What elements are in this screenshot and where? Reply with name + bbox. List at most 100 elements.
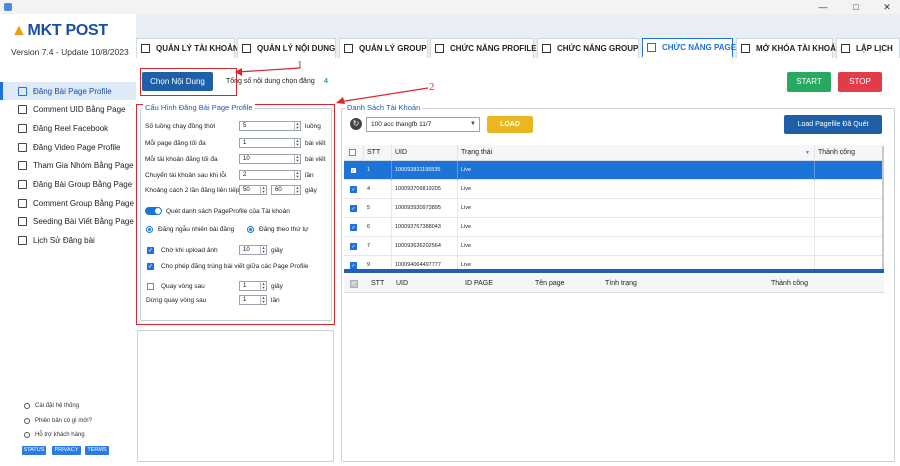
stop-loop-value: 1 (243, 297, 247, 303)
sidebar-item-lich-su[interactable]: Lịch Sử Đăng bài (0, 231, 136, 249)
sidebar-item-seeding[interactable]: Seeding Bài Viết Bằng Page (0, 212, 136, 230)
per-account-stepper[interactable]: 10 ▲ ▼ (239, 154, 301, 164)
accounts-grid-scrollbar[interactable] (882, 146, 884, 270)
loop-checkbox[interactable]: ✓ (147, 283, 154, 290)
tab-label: CHỨC NĂNG PAGE (662, 43, 737, 52)
stepper-arrows-icon[interactable]: ▲ ▼ (294, 155, 300, 163)
stepper-arrows-icon[interactable]: ▲ ▼ (294, 186, 300, 194)
tab-quan-ly-noi-dung[interactable]: QUẢN LÝ NỘI DUNG (237, 38, 336, 58)
close-button[interactable]: ✕ (876, 0, 898, 14)
sidebar-item-dang-bai-group[interactable]: Đăng Bài Group Bằng Page (0, 175, 136, 193)
start-button[interactable]: START (787, 72, 831, 92)
row-checkbox[interactable]: ✓ (350, 262, 357, 269)
at-icon (741, 44, 750, 53)
col-uid[interactable]: UID (392, 145, 458, 161)
wait-upload-label: Chờ khi upload ảnh (161, 247, 218, 254)
switch-after-error-stepper[interactable]: 2 ▲ ▼ (239, 170, 301, 180)
reel-icon (18, 123, 27, 133)
random-post-radio[interactable] (146, 226, 153, 233)
status-badge[interactable]: STATUS (22, 446, 46, 455)
col-success[interactable]: Thành công (815, 145, 884, 161)
pages-col-stt[interactable]: STT (368, 276, 396, 292)
tab-quan-ly-tai-khoan[interactable]: QUẢN LÝ TÀI KHOẢN (136, 38, 239, 58)
sidebar-item-label: Lịch Sử Đăng bài (33, 235, 95, 245)
stepper-arrows-icon[interactable]: ▲ ▼ (260, 186, 266, 194)
pages-col-state[interactable]: Tình trạng (602, 276, 762, 292)
sidebar-item-dang-bai-page-profile[interactable]: Đăng Bài Page Profile (0, 82, 136, 100)
stop-loop-stepper[interactable]: 1 ▲ ▼ (239, 295, 267, 305)
minimize-button[interactable]: — (812, 0, 834, 14)
grid-splitter[interactable] (344, 269, 884, 273)
terms-badge[interactable]: TERMS (85, 446, 109, 455)
stepper-arrows-icon[interactable]: ▲ ▼ (294, 122, 300, 130)
footer-settings[interactable]: Cài đặt hệ thống (24, 403, 79, 409)
pages-col-success[interactable]: Thành công (768, 276, 858, 292)
select-all-cell[interactable] (344, 145, 364, 161)
calendar-icon (841, 44, 850, 53)
tab-chuc-nang-group[interactable]: CHỨC NĂNG GROUP (537, 38, 639, 58)
interval-unit: giây (305, 187, 317, 194)
video-icon (18, 142, 27, 152)
account-list-select[interactable]: 100 acc thangfb 11/7 ▼ (366, 117, 480, 132)
stepper-arrows-icon[interactable]: ▲ ▼ (260, 282, 266, 290)
pages-col-uid[interactable]: UID (393, 276, 463, 292)
row-checkbox[interactable]: ✓ (350, 186, 357, 193)
ordered-post-label: Đăng theo thứ tự (259, 226, 309, 233)
sidebar-item-dang-reel[interactable]: Đăng Reel Facebook (0, 119, 136, 137)
row-status: Live (458, 180, 815, 199)
stepper-arrows-icon[interactable]: ▲ ▼ (294, 171, 300, 179)
wait-upload-checkbox[interactable]: ✓ (147, 247, 154, 254)
tab-lap-lich[interactable]: LẬP LỊCH (836, 38, 900, 58)
interval-min-stepper[interactable]: 50 ▲ ▼ (239, 185, 267, 195)
sidebar-item-comment-uid[interactable]: Comment UID Bằng Page (0, 100, 136, 118)
table-row[interactable]: ✓ 6 100093767388043 Live (344, 218, 884, 237)
footer-support[interactable]: Hỗ trợ khách hàng (24, 432, 85, 438)
stepper-arrows-icon[interactable]: ▲ ▼ (260, 246, 266, 254)
threads-stepper[interactable]: 5 ▲ ▼ (239, 121, 301, 131)
col-stt[interactable]: STT (364, 145, 392, 161)
maximize-button[interactable]: □ (845, 0, 867, 14)
tab-label: QUẢN LÝ NỘI DUNG (257, 44, 336, 53)
annotation-number-2: 2 (429, 81, 435, 93)
row-checkbox[interactable]: ✓ (350, 224, 357, 231)
privacy-badge[interactable]: PRIVACY (52, 446, 81, 455)
tab-mo-khoa-tai-khoan[interactable]: MỞ KHÓA TÀI KHOẢN (736, 38, 842, 58)
sidebar-item-dang-video[interactable]: Đăng Video Page Profile (0, 138, 136, 156)
wait-upload-stepper[interactable]: 10 ▲ ▼ (239, 245, 267, 255)
select-all-checkbox[interactable] (349, 149, 356, 156)
stepper-arrows-icon[interactable]: ▲ ▼ (294, 139, 300, 147)
sidebar-item-comment-group[interactable]: Comment Group Bằng Page (0, 194, 136, 212)
loop-stepper[interactable]: 1 ▲ ▼ (239, 281, 267, 291)
table-row[interactable]: ✓ 4 100093706819205 Live (344, 180, 884, 199)
account-list-value: 100 acc thangfb 11/7 (371, 121, 432, 128)
sidebar-item-label: Seeding Bài Viết Bằng Page (33, 216, 134, 226)
sidebar-item-tham-gia-nhom[interactable]: Tham Gia Nhóm Bằng Page (0, 156, 136, 174)
ordered-post-radio[interactable] (247, 226, 254, 233)
footer-whats-new[interactable]: Phiên bản có gì mới? (24, 418, 92, 424)
tab-chuc-nang-profile[interactable]: CHỨC NĂNG PROFILE (430, 38, 537, 58)
row-checkbox[interactable]: ✓ (350, 243, 357, 250)
account-icon (141, 44, 150, 53)
load-pagefile-button[interactable]: Load Pagefile Đã Quét (784, 115, 882, 134)
table-row[interactable]: ✓ 7 100093636202564 Live (344, 237, 884, 256)
refresh-icon[interactable]: ↻ (350, 118, 362, 130)
row-checkbox[interactable]: ✓ (350, 167, 357, 174)
per-page-stepper[interactable]: 1 ▲ ▼ (239, 138, 301, 148)
tab-quan-ly-group[interactable]: QUẢN LÝ GROUP (339, 38, 428, 58)
stepper-arrows-icon[interactable]: ▲ ▼ (260, 296, 266, 304)
scan-pageprofile-toggle[interactable] (145, 207, 162, 215)
load-button[interactable]: LOAD (487, 116, 533, 133)
allow-duplicate-checkbox[interactable]: ✓ (147, 263, 154, 270)
random-post-label: Đăng ngẫu nhiên bài đăng (158, 226, 235, 233)
table-row[interactable]: ✓ 1 100093831195535 Live (344, 161, 884, 180)
pages-col-page-name[interactable]: Tên page (532, 276, 602, 292)
interval-max-stepper[interactable]: 60 ▲ ▼ (271, 185, 301, 195)
logo-text: MKT POST (27, 22, 109, 39)
pages-select-all-checkbox[interactable]: ✓ (350, 280, 358, 288)
pages-col-id-page[interactable]: ID PAGE (462, 276, 532, 292)
table-row[interactable]: ✓ 5 100093930973895 Live (344, 199, 884, 218)
stop-button[interactable]: STOP (838, 72, 882, 92)
tab-chuc-nang-page[interactable]: CHỨC NĂNG PAGE (642, 38, 737, 58)
row-checkbox[interactable]: ✓ (350, 205, 357, 212)
col-status[interactable]: Trạng thái ▼ (458, 145, 815, 161)
